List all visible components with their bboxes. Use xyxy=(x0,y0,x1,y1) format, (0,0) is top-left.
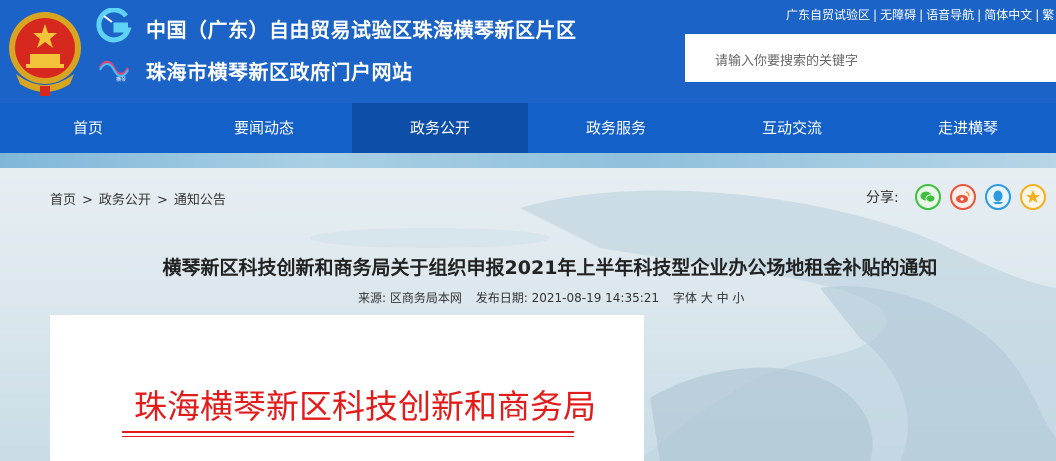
divider: | xyxy=(977,8,982,22)
national-emblem-icon xyxy=(9,12,81,96)
top-links: 广东自贸试验区 | 无障碍 | 语音导航 | 简体中文 | 繁 xyxy=(786,6,1054,23)
site-header: 横琴 中国（广东）自由贸易试验区珠海横琴新区片区 珠海市横琴新区政府门户网站 广… xyxy=(0,0,1056,103)
qzone-icon[interactable] xyxy=(1019,184,1046,210)
qq-icon[interactable] xyxy=(984,184,1011,210)
date-value: 2021-08-19 14:35:21 xyxy=(531,291,660,305)
link-voice-nav[interactable]: 语音导航 xyxy=(926,8,974,22)
link-accessibility[interactable]: 无障碍 xyxy=(880,8,916,22)
site-title-line2: 珠海市横琴新区政府门户网站 xyxy=(146,60,413,84)
document-red-rule-thin xyxy=(122,436,574,437)
article-title: 横琴新区科技创新和商务局关于组织申报2021年上半年科技型企业办公场地租金补贴的… xyxy=(162,257,938,279)
font-size-label: 字体 xyxy=(672,291,697,305)
site-title-line1: 中国（广东）自由贸易试验区珠海横琴新区片区 xyxy=(146,18,577,42)
link-traditional[interactable]: 繁 xyxy=(1042,8,1054,22)
date-label: 发布日期: xyxy=(475,291,528,305)
breadcrumb-separator: > xyxy=(156,193,168,208)
font-size-large[interactable]: 大 xyxy=(701,291,713,305)
breadcrumb-notices[interactable]: 通知公告 xyxy=(174,193,226,208)
link-gd-ftz[interactable]: 广东自贸试验区 xyxy=(786,8,870,22)
divider: | xyxy=(873,8,878,22)
breadcrumb-home[interactable]: 首页 xyxy=(50,193,76,208)
document-heading: 珠海横琴新区科技创新和商务局 xyxy=(134,387,596,426)
article-meta: 来源: 区商务局本网 发布日期: 2021-08-19 14:35:21 字体 … xyxy=(358,289,744,306)
source-label: 来源: xyxy=(358,291,387,305)
nav-item-services[interactable]: 政务服务 xyxy=(528,103,704,153)
link-simplified[interactable]: 简体中文 xyxy=(984,8,1032,22)
search-input[interactable]: 请输入你要搜索的关键字 xyxy=(685,34,1056,82)
divider: | xyxy=(919,8,924,22)
hengqin-logo-icon: 横琴 xyxy=(98,60,130,83)
nav-item-about[interactable]: 走进横琴 xyxy=(880,103,1056,153)
wechat-icon[interactable] xyxy=(914,184,941,210)
nav-item-gov-affairs[interactable]: 政务公开 xyxy=(352,103,528,153)
font-size-small[interactable]: 小 xyxy=(732,291,744,305)
share-label: 分享: xyxy=(866,190,899,206)
svg-text:横琴: 横琴 xyxy=(116,76,126,82)
divider: | xyxy=(1035,8,1040,22)
banner-sea-strip xyxy=(0,153,1056,168)
source-value: 区商务局本网 xyxy=(389,291,462,305)
weibo-icon[interactable] xyxy=(949,184,976,210)
main-nav: 首页 要闻动态 政务公开 政务服务 互动交流 走进横琴 xyxy=(0,103,1056,153)
breadcrumb-gov-affairs[interactable]: 政务公开 xyxy=(99,193,151,208)
nav-item-home[interactable]: 首页 xyxy=(0,103,176,153)
document-red-rule xyxy=(122,431,574,433)
document-image: 珠海横琴新区科技创新和商务局 xyxy=(50,315,644,461)
search-placeholder: 请输入你要搜索的关键字 xyxy=(715,54,859,69)
nav-item-news[interactable]: 要闻动态 xyxy=(176,103,352,153)
share-bar: 分享: xyxy=(866,184,1055,210)
hengqin-logo: 横琴 xyxy=(96,58,136,83)
breadcrumb-separator: > xyxy=(82,193,93,208)
font-size-medium[interactable]: 中 xyxy=(717,291,729,305)
free-trade-zone-logo-icon xyxy=(96,8,132,43)
breadcrumb: 首页 > 政务公开 > 通知公告 xyxy=(50,189,226,208)
nav-item-interaction[interactable]: 互动交流 xyxy=(704,103,880,153)
